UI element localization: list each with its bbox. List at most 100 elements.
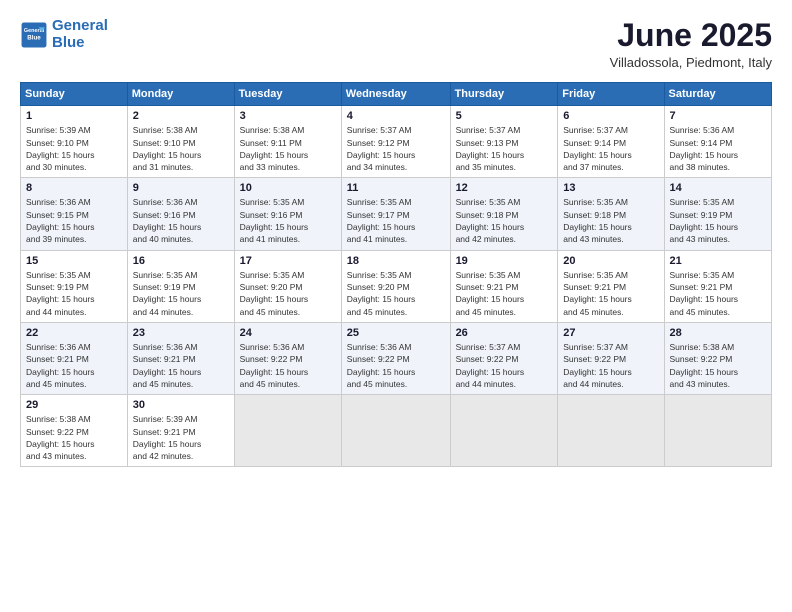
day-info: Sunrise: 5:37 AM Sunset: 9:14 PM Dayligh… — [563, 124, 658, 173]
logo: General Blue General Blue — [20, 18, 108, 51]
day-number: 12 — [456, 182, 553, 194]
day-number: 27 — [563, 327, 658, 339]
day-number: 30 — [133, 399, 229, 411]
day-info: Sunrise: 5:35 AM Sunset: 9:17 PM Dayligh… — [347, 196, 445, 245]
calendar-header-row: Sunday Monday Tuesday Wednesday Thursday… — [21, 83, 772, 106]
table-cell — [558, 395, 664, 467]
table-cell: 7 Sunrise: 5:36 AM Sunset: 9:14 PM Dayli… — [664, 106, 771, 178]
day-info: Sunrise: 5:38 AM Sunset: 9:22 PM Dayligh… — [26, 413, 122, 462]
day-number: 24 — [240, 327, 336, 339]
day-number: 7 — [670, 110, 766, 122]
table-cell: 23 Sunrise: 5:36 AM Sunset: 9:21 PM Dayl… — [127, 322, 234, 394]
day-info: Sunrise: 5:35 AM Sunset: 9:19 PM Dayligh… — [670, 196, 766, 245]
col-saturday: Saturday — [664, 83, 771, 106]
table-cell: 11 Sunrise: 5:35 AM Sunset: 9:17 PM Dayl… — [341, 178, 450, 250]
day-info: Sunrise: 5:35 AM Sunset: 9:21 PM Dayligh… — [456, 269, 553, 318]
day-number: 11 — [347, 182, 445, 194]
day-number: 17 — [240, 255, 336, 267]
day-info: Sunrise: 5:35 AM Sunset: 9:18 PM Dayligh… — [456, 196, 553, 245]
logo-text: General Blue — [52, 18, 108, 51]
day-number: 28 — [670, 327, 766, 339]
page: General Blue General Blue June 2025 Vill… — [0, 0, 792, 612]
table-cell: 21 Sunrise: 5:35 AM Sunset: 9:21 PM Dayl… — [664, 250, 771, 322]
day-number: 13 — [563, 182, 658, 194]
day-info: Sunrise: 5:35 AM Sunset: 9:19 PM Dayligh… — [26, 269, 122, 318]
day-number: 18 — [347, 255, 445, 267]
day-number: 19 — [456, 255, 553, 267]
table-cell: 8 Sunrise: 5:36 AM Sunset: 9:15 PM Dayli… — [21, 178, 128, 250]
col-wednesday: Wednesday — [341, 83, 450, 106]
day-number: 8 — [26, 182, 122, 194]
day-info: Sunrise: 5:38 AM Sunset: 9:10 PM Dayligh… — [133, 124, 229, 173]
table-cell: 2 Sunrise: 5:38 AM Sunset: 9:10 PM Dayli… — [127, 106, 234, 178]
day-number: 9 — [133, 182, 229, 194]
day-number: 21 — [670, 255, 766, 267]
table-cell: 10 Sunrise: 5:35 AM Sunset: 9:16 PM Dayl… — [234, 178, 341, 250]
day-number: 15 — [26, 255, 122, 267]
day-info: Sunrise: 5:38 AM Sunset: 9:22 PM Dayligh… — [670, 341, 766, 390]
day-number: 22 — [26, 327, 122, 339]
calendar-table: Sunday Monday Tuesday Wednesday Thursday… — [20, 82, 772, 467]
col-monday: Monday — [127, 83, 234, 106]
day-number: 23 — [133, 327, 229, 339]
day-number: 1 — [26, 110, 122, 122]
table-cell: 1 Sunrise: 5:39 AM Sunset: 9:10 PM Dayli… — [21, 106, 128, 178]
day-number: 10 — [240, 182, 336, 194]
day-info: Sunrise: 5:36 AM Sunset: 9:16 PM Dayligh… — [133, 196, 229, 245]
table-cell: 14 Sunrise: 5:35 AM Sunset: 9:19 PM Dayl… — [664, 178, 771, 250]
table-cell: 25 Sunrise: 5:36 AM Sunset: 9:22 PM Dayl… — [341, 322, 450, 394]
col-thursday: Thursday — [450, 83, 558, 106]
table-cell: 30 Sunrise: 5:39 AM Sunset: 9:21 PM Dayl… — [127, 395, 234, 467]
day-info: Sunrise: 5:39 AM Sunset: 9:10 PM Dayligh… — [26, 124, 122, 173]
day-number: 16 — [133, 255, 229, 267]
day-number: 3 — [240, 110, 336, 122]
table-cell: 4 Sunrise: 5:37 AM Sunset: 9:12 PM Dayli… — [341, 106, 450, 178]
table-cell: 9 Sunrise: 5:36 AM Sunset: 9:16 PM Dayli… — [127, 178, 234, 250]
table-cell: 16 Sunrise: 5:35 AM Sunset: 9:19 PM Dayl… — [127, 250, 234, 322]
day-number: 5 — [456, 110, 553, 122]
day-number: 20 — [563, 255, 658, 267]
col-sunday: Sunday — [21, 83, 128, 106]
table-cell — [341, 395, 450, 467]
table-cell: 13 Sunrise: 5:35 AM Sunset: 9:18 PM Dayl… — [558, 178, 664, 250]
table-cell — [664, 395, 771, 467]
table-cell: 15 Sunrise: 5:35 AM Sunset: 9:19 PM Dayl… — [21, 250, 128, 322]
table-cell: 18 Sunrise: 5:35 AM Sunset: 9:20 PM Dayl… — [341, 250, 450, 322]
day-info: Sunrise: 5:36 AM Sunset: 9:22 PM Dayligh… — [240, 341, 336, 390]
day-info: Sunrise: 5:35 AM Sunset: 9:18 PM Dayligh… — [563, 196, 658, 245]
col-friday: Friday — [558, 83, 664, 106]
table-cell — [450, 395, 558, 467]
table-cell: 27 Sunrise: 5:37 AM Sunset: 9:22 PM Dayl… — [558, 322, 664, 394]
day-info: Sunrise: 5:37 AM Sunset: 9:22 PM Dayligh… — [456, 341, 553, 390]
month-title: June 2025 — [610, 18, 772, 53]
table-cell: 3 Sunrise: 5:38 AM Sunset: 9:11 PM Dayli… — [234, 106, 341, 178]
col-tuesday: Tuesday — [234, 83, 341, 106]
day-number: 14 — [670, 182, 766, 194]
day-number: 2 — [133, 110, 229, 122]
table-cell: 19 Sunrise: 5:35 AM Sunset: 9:21 PM Dayl… — [450, 250, 558, 322]
table-cell: 5 Sunrise: 5:37 AM Sunset: 9:13 PM Dayli… — [450, 106, 558, 178]
day-info: Sunrise: 5:37 AM Sunset: 9:13 PM Dayligh… — [456, 124, 553, 173]
day-info: Sunrise: 5:35 AM Sunset: 9:20 PM Dayligh… — [347, 269, 445, 318]
day-info: Sunrise: 5:36 AM Sunset: 9:14 PM Dayligh… — [670, 124, 766, 173]
table-cell: 17 Sunrise: 5:35 AM Sunset: 9:20 PM Dayl… — [234, 250, 341, 322]
header: General Blue General Blue June 2025 Vill… — [20, 18, 772, 70]
table-cell: 6 Sunrise: 5:37 AM Sunset: 9:14 PM Dayli… — [558, 106, 664, 178]
day-number: 29 — [26, 399, 122, 411]
day-info: Sunrise: 5:37 AM Sunset: 9:12 PM Dayligh… — [347, 124, 445, 173]
day-number: 25 — [347, 327, 445, 339]
day-number: 26 — [456, 327, 553, 339]
table-cell: 24 Sunrise: 5:36 AM Sunset: 9:22 PM Dayl… — [234, 322, 341, 394]
day-info: Sunrise: 5:35 AM Sunset: 9:16 PM Dayligh… — [240, 196, 336, 245]
title-block: June 2025 Villadossola, Piedmont, Italy — [610, 18, 772, 70]
svg-text:Blue: Blue — [27, 34, 41, 41]
day-info: Sunrise: 5:35 AM Sunset: 9:20 PM Dayligh… — [240, 269, 336, 318]
day-info: Sunrise: 5:39 AM Sunset: 9:21 PM Dayligh… — [133, 413, 229, 462]
day-info: Sunrise: 5:36 AM Sunset: 9:15 PM Dayligh… — [26, 196, 122, 245]
day-info: Sunrise: 5:38 AM Sunset: 9:11 PM Dayligh… — [240, 124, 336, 173]
day-info: Sunrise: 5:35 AM Sunset: 9:19 PM Dayligh… — [133, 269, 229, 318]
day-number: 6 — [563, 110, 658, 122]
day-info: Sunrise: 5:36 AM Sunset: 9:21 PM Dayligh… — [133, 341, 229, 390]
table-cell: 22 Sunrise: 5:36 AM Sunset: 9:21 PM Dayl… — [21, 322, 128, 394]
location: Villadossola, Piedmont, Italy — [610, 55, 772, 70]
